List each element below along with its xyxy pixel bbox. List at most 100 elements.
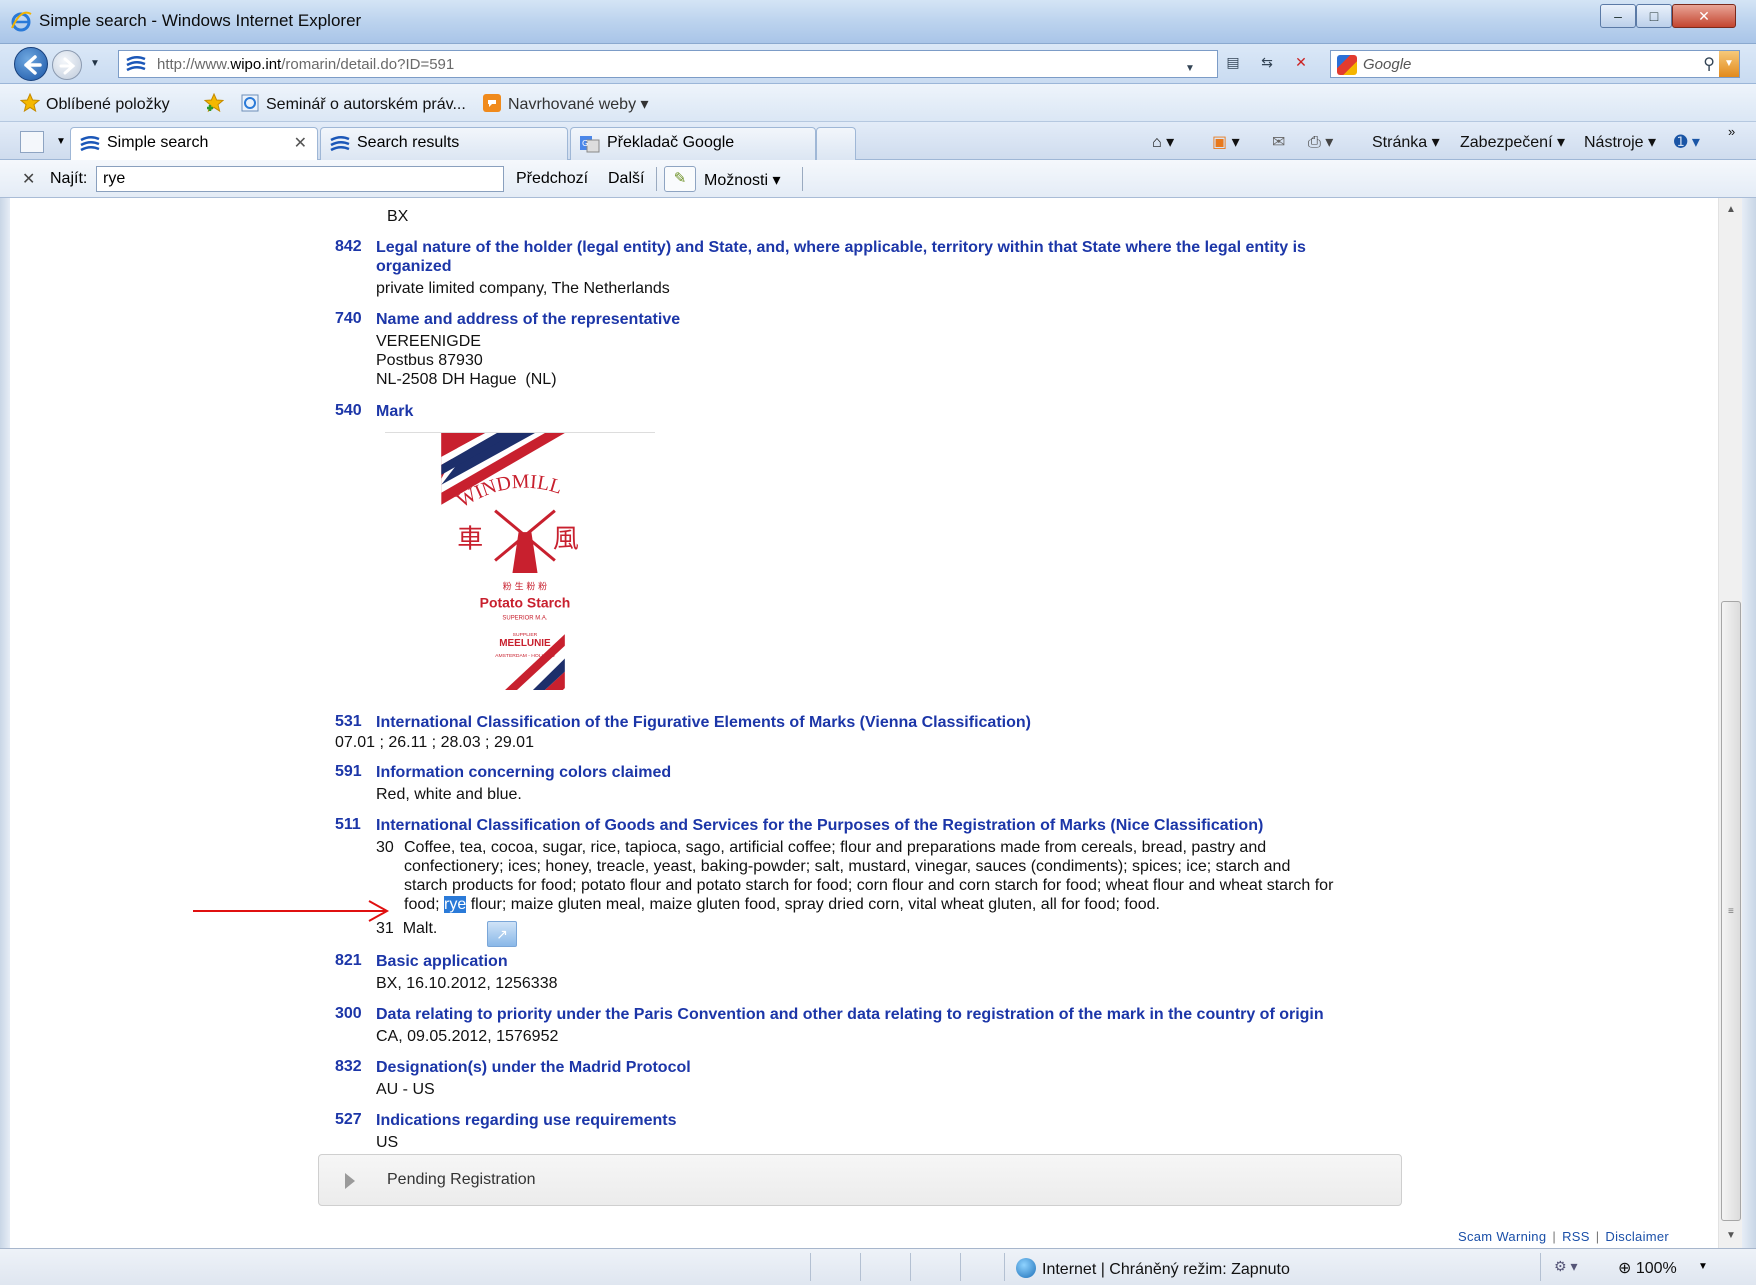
favorites-bar: Oblíbené položky Seminář o autorském prá… — [0, 84, 1756, 122]
find-bar: ✕ Najít: Předchozí Další ✎ Možnosti ▾ — [0, 160, 1756, 198]
safety-menu[interactable]: Zabezpečení ▾ — [1460, 132, 1565, 152]
vertical-scrollbar[interactable]: ▲ ≡ ▼ — [1718, 198, 1742, 1248]
google-icon — [1337, 55, 1357, 75]
divider — [656, 167, 657, 191]
internet-explorer-icon — [11, 11, 32, 32]
accelerator-icon[interactable]: ↗ — [487, 921, 517, 947]
search-options-dropdown-icon[interactable]: ▼ — [1719, 51, 1739, 77]
stop-icon[interactable]: ✕ — [1290, 51, 1312, 73]
close-find-bar-icon[interactable]: ✕ — [22, 169, 35, 189]
print-icon[interactable]: ⎙ ▾ — [1308, 132, 1333, 152]
scroll-grip-icon: ≡ — [1728, 906, 1734, 917]
maximize-button[interactable]: □ — [1636, 4, 1672, 28]
mark-chinese-small: 粉 生 粉 粉 — [503, 580, 547, 592]
pending-registration-panel[interactable]: Pending Registration — [318, 1154, 1402, 1206]
field-title: International Classification of the Figu… — [376, 714, 1031, 731]
ie-page-icon — [241, 94, 259, 112]
security-zone[interactable]: Internet | Chráněný režim: Zapnuto — [1016, 1258, 1290, 1279]
address-bar[interactable]: http://www.wipo.int/romarin/detail.do?ID… — [118, 50, 1218, 78]
class-30-text-line: food; rye flour; maize gluten meal, maiz… — [404, 896, 1160, 913]
find-highlight: rye — [444, 896, 467, 913]
scam-warning-link[interactable]: Scam Warning — [1458, 1229, 1546, 1244]
field-value-line: Postbus 87930 — [376, 352, 483, 369]
compatibility-view-icon[interactable]: ▤ — [1222, 51, 1244, 73]
tab-google-translate[interactable]: G Překladač Google — [570, 127, 816, 160]
scroll-up-icon[interactable]: ▲ — [1719, 198, 1743, 222]
field-title: Designation(s) under the Madrid Protocol — [376, 1059, 691, 1076]
mark-city: AMSTERDAM - HOLLAND — [495, 653, 555, 659]
favorite-link-seminar[interactable]: Seminář o autorském práv... — [240, 93, 466, 114]
rss-link[interactable]: RSS — [1562, 1229, 1590, 1244]
zoom-dropdown-icon[interactable]: ▼ — [1698, 1261, 1708, 1272]
help-icon[interactable]: ➊ ▾ — [1674, 132, 1700, 152]
protected-mode-icon[interactable]: ⚙ ▾ — [1554, 1258, 1577, 1275]
back-button[interactable] — [14, 47, 48, 81]
find-label: Najít: — [50, 170, 88, 187]
divider — [810, 1253, 811, 1281]
disclaimer-link[interactable]: Disclaimer — [1605, 1229, 1669, 1244]
navigation-bar: ▼ http://www.wipo.int/romarin/detail.do?… — [0, 44, 1756, 84]
scroll-thumb[interactable]: ≡ — [1721, 601, 1741, 1221]
title-bar: Simple search - Windows Internet Explore… — [0, 0, 1756, 44]
field-title: Data relating to priority under the Pari… — [376, 1006, 1324, 1023]
quick-tabs-icon[interactable] — [20, 131, 44, 153]
class-number: 30 — [376, 839, 394, 856]
address-url[interactable]: http://www.wipo.int/romarin/detail.do?ID… — [157, 56, 454, 73]
top-value: BX — [387, 208, 409, 225]
mark-chinese-left: 車 — [457, 525, 483, 555]
forward-arrow-icon — [59, 57, 76, 75]
refresh-icon[interactable]: ⇆ — [1256, 51, 1278, 73]
close-window-button[interactable]: ✕ — [1672, 4, 1736, 28]
suggested-sites-button[interactable]: Navrhované weby ▾ — [482, 93, 649, 114]
tab-list-dropdown-icon[interactable]: ▼ — [56, 136, 66, 147]
annotation-arrow-icon — [193, 900, 390, 922]
field-code: 511 — [335, 816, 361, 833]
field-code: 540 — [335, 402, 362, 419]
add-to-favorites-button[interactable] — [204, 93, 230, 114]
search-input[interactable]: Google — [1363, 56, 1411, 73]
home-icon[interactable]: ⌂ ▾ — [1152, 132, 1174, 152]
field-code: 527 — [335, 1111, 362, 1128]
recent-pages-dropdown-icon[interactable]: ▼ — [90, 58, 100, 69]
forward-button[interactable] — [52, 50, 82, 80]
find-next-button[interactable]: Další — [608, 170, 644, 188]
tab-search-results[interactable]: Search results — [320, 127, 568, 160]
tools-menu[interactable]: Nástroje ▾ — [1584, 132, 1656, 152]
zoom-level[interactable]: ⊕ 100% — [1618, 1258, 1677, 1278]
rss-feeds-icon[interactable]: ▣ ▾ — [1212, 132, 1240, 152]
more-commands-icon[interactable]: » — [1728, 124, 1735, 139]
class-30-text-line: starch products for food; potato flour a… — [404, 877, 1334, 894]
field-code: 842 — [335, 238, 362, 255]
window-title: Simple search - Windows Internet Explore… — [39, 11, 362, 30]
favorites-button[interactable]: Oblíbené položky — [20, 93, 170, 114]
field-code: 591 — [335, 763, 362, 780]
scroll-down-icon[interactable]: ▼ — [1719, 1224, 1743, 1248]
field-value: CA, 09.05.2012, 1576952 — [376, 1028, 559, 1045]
mark-grade: SUPERIOR M.A. — [502, 615, 547, 621]
search-box[interactable]: Google ⚲ ▼ — [1330, 50, 1740, 78]
new-tab-button[interactable] — [816, 127, 856, 160]
window-frame — [1742, 198, 1756, 1248]
field-code: 740 — [335, 310, 362, 327]
site-favicon-icon — [126, 56, 146, 72]
windmill-icon — [494, 509, 556, 573]
svg-text:G: G — [582, 139, 588, 148]
close-tab-icon[interactable]: ✕ — [294, 133, 307, 153]
field-title: Legal nature of the holder (legal entity… — [376, 239, 1306, 275]
page-menu[interactable]: Stránka ▾ — [1372, 132, 1440, 152]
trademark-image: WINDMILL 車 風 粉 生 粉 粉 Potato Starch SUPER… — [385, 432, 655, 690]
search-icon[interactable]: ⚲ — [1703, 54, 1715, 74]
address-dropdown-icon[interactable]: ▼ — [1179, 58, 1201, 80]
find-input[interactable] — [96, 166, 504, 192]
find-options-menu[interactable]: Možnosti ▾ — [704, 170, 781, 190]
tab-simple-search[interactable]: Simple search ✕ — [70, 127, 318, 160]
class-31-text: Malt. — [402, 920, 438, 937]
highlight-matches-icon[interactable]: ✎ — [664, 166, 696, 192]
divider — [910, 1253, 911, 1281]
minimize-button[interactable]: ‒ — [1600, 4, 1636, 28]
divider — [1540, 1253, 1541, 1281]
read-mail-icon[interactable]: ✉ — [1272, 132, 1285, 152]
field-title: International Classification of Goods an… — [376, 817, 1264, 834]
expand-arrow-icon[interactable] — [345, 1173, 355, 1189]
find-previous-button[interactable]: Předchozí — [516, 170, 588, 188]
